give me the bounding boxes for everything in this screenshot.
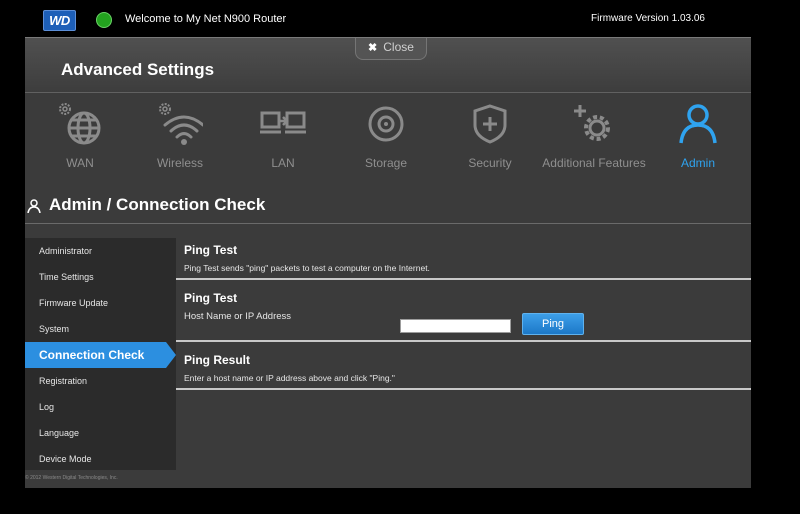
copyright-text: © 2012 Western Digital Technologies, Inc… [25, 475, 118, 481]
host-input[interactable] [400, 319, 511, 333]
sidebar-item-administrator[interactable]: Administrator [25, 238, 176, 264]
wd-logo: WD [43, 10, 76, 31]
nav-lan[interactable]: LAN [228, 93, 338, 181]
ping-result-message: Enter a host name or IP address above an… [184, 373, 395, 383]
nav-wan-label: WAN [66, 156, 94, 170]
section-title-text: Admin / Connection Check [49, 195, 266, 214]
gear-plus-icon [574, 105, 610, 141]
ping-test-form-heading: Ping Test [184, 291, 238, 305]
sidebar-item-log[interactable]: Log [25, 394, 176, 420]
sidebar-item-device-mode[interactable]: Device Mode [25, 446, 176, 472]
ping-test-description: Ping Test sends "ping" packets to test a… [184, 263, 430, 273]
nav-wireless[interactable]: Wireless [125, 93, 235, 181]
divider [176, 340, 751, 342]
nav-storage-label: Storage [364, 156, 408, 170]
nav-wireless-label: Wireless [156, 156, 203, 170]
sidebar-item-connection-check[interactable]: Connection Check [25, 342, 176, 368]
nav-wan[interactable]: WAN [25, 93, 135, 181]
sidebar-item-time-settings[interactable]: Time Settings [25, 264, 176, 290]
content-area: Ping Test Ping Test sends "ping" packets… [176, 238, 751, 470]
divider [176, 278, 751, 280]
nav-additional-features[interactable]: Additional Features [529, 93, 659, 181]
nav-admin-label: Admin [680, 156, 715, 170]
internet-status-globe-icon [96, 12, 112, 28]
divider [176, 388, 751, 390]
nav-admin[interactable]: Admin [643, 93, 753, 181]
firmware-version: Firmware Version 1.03.06 [591, 13, 705, 24]
admin-sidebar: Administrator Time Settings Firmware Upd… [25, 238, 176, 470]
sidebar-item-firmware-update[interactable]: Firmware Update [25, 290, 176, 316]
wifi-gear-icon [159, 103, 203, 145]
host-label: Host Name or IP Address [184, 311, 292, 322]
globe-gear-icon [59, 103, 101, 145]
section-title: Admin / Connection Check [25, 193, 751, 223]
category-nav: WAN Wireless LAN Storage Security Additi… [25, 93, 751, 183]
top-bar: WD Welcome to My Net N900 Router Firmwar… [0, 0, 800, 38]
nav-storage[interactable]: Storage [331, 93, 441, 181]
nav-additional-label: Additional Features [542, 156, 646, 170]
sidebar-item-system[interactable]: System [25, 316, 176, 342]
user-outline-icon [27, 199, 41, 213]
close-button[interactable]: ✖ Close [355, 38, 427, 60]
nav-lan-label: LAN [271, 156, 295, 170]
page-heading: Advanced Settings [61, 60, 215, 79]
laptops-icon [260, 111, 306, 134]
user-icon [679, 104, 717, 144]
close-label: Close [383, 40, 414, 54]
ping-button[interactable]: Ping [522, 313, 584, 335]
ping-result-heading: Ping Result [184, 353, 251, 367]
sidebar-item-registration[interactable]: Registration [25, 368, 176, 394]
close-icon: ✖ [368, 42, 378, 54]
shield-plus-icon [473, 104, 507, 144]
welcome-text: Welcome to My Net N900 Router [125, 13, 287, 25]
sidebar-item-language[interactable]: Language [25, 420, 176, 446]
disc-icon [368, 106, 404, 142]
ping-test-info-heading: Ping Test [184, 243, 238, 257]
divider [25, 223, 751, 224]
main-panel: Advanced Settings ✖ Close WAN Wireless L… [25, 37, 751, 488]
